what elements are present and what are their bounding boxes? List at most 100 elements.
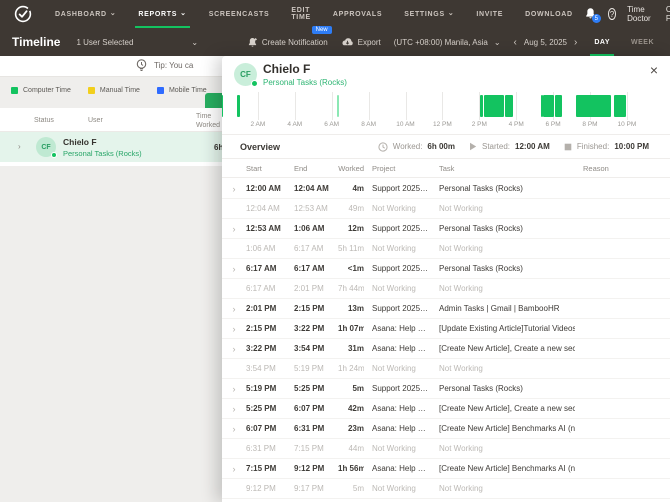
cell-project: Support 2025… <box>372 224 430 233</box>
panel-table-row[interactable]: ›5:19 PM5:25 PM5mSupport 2025…Personal T… <box>222 379 670 399</box>
cell-end: 3:22 PM <box>294 324 338 333</box>
worked-time-segment[interactable] <box>555 95 561 117</box>
nav-item-label: SCREENCASTS <box>209 11 270 18</box>
cell-task: [Create New Article] Benchmarks AI (new … <box>430 464 575 473</box>
nav-item-invite[interactable]: INVITE <box>465 0 514 28</box>
company-name: Time Doctor <box>627 5 655 23</box>
worked-time-segment[interactable] <box>222 95 223 117</box>
worked-time-segment[interactable] <box>337 95 339 117</box>
user-select-dropdown[interactable]: 1 User Selected ⌄ <box>76 38 198 47</box>
panel-table-header: Start End Worked Project Task Reason <box>222 158 670 178</box>
nav-item-download[interactable]: DOWNLOAD <box>514 0 584 28</box>
worked-time-segment[interactable] <box>484 95 503 117</box>
legend-swatch-icon <box>157 87 164 94</box>
panel-table-row[interactable]: ›12:53 AM1:06 AM12mSupport 2025…Personal… <box>222 219 670 239</box>
cell-start: 5:25 PM <box>246 404 294 413</box>
col-status: Status <box>34 117 54 124</box>
timeline-tick <box>516 92 517 120</box>
cell-task: Personal Tasks (Rocks) <box>430 384 575 393</box>
panel-table-row: 9:12 PM9:17 PM5mNot WorkingNot Working <box>222 479 670 499</box>
tab-day[interactable]: DAY <box>590 28 614 56</box>
worked-time-segment[interactable] <box>237 95 240 117</box>
cell-task: Not Working <box>430 284 575 293</box>
panel-table-row[interactable]: ›12:00 AM12:04 AM4mSupport 2025…Personal… <box>222 179 670 199</box>
cell-start: 6:31 PM <box>246 444 294 453</box>
cell-worked: 7h 44m <box>338 284 364 293</box>
cell-start: 3:22 PM <box>246 344 294 353</box>
nav-item-screencasts[interactable]: SCREENCASTS <box>198 0 281 28</box>
cell-start: 5:19 PM <box>246 384 294 393</box>
cell-end: 2:01 PM <box>294 284 338 293</box>
date-label[interactable]: Aug 5, 2025 <box>524 38 567 47</box>
nav-item-edit-time[interactable]: EDIT TIME <box>280 0 322 28</box>
notifications-bell-icon[interactable]: 5 <box>584 7 597 21</box>
nav-item-approvals[interactable]: APPROVALS <box>322 0 393 28</box>
cell-end: 6:07 PM <box>294 404 338 413</box>
panel-table-row[interactable]: ›2:15 PM3:22 PM1h 07mAsana: Help …[Updat… <box>222 319 670 339</box>
panel-table-row: 6:31 PM7:15 PM44mNot WorkingNot Working <box>222 439 670 459</box>
cell-project: Not Working <box>372 284 430 293</box>
close-icon[interactable]: × <box>650 63 658 77</box>
timeline-tick-label: 12 PM <box>422 121 462 128</box>
chevron-down-icon: ⌄ <box>448 9 455 17</box>
timeline-band <box>222 92 670 120</box>
help-icon[interactable]: ? <box>608 8 616 20</box>
cell-end: 9:12 PM <box>294 464 338 473</box>
cell-project: Not Working <box>372 204 430 213</box>
timeline-tick-label: 2 AM <box>238 121 278 128</box>
tab-week[interactable]: WEEK <box>627 28 658 56</box>
panel-table-row[interactable]: ›6:17 AM6:17 AM<1mSupport 2025…Personal … <box>222 259 670 279</box>
worked-time-segment[interactable] <box>543 95 555 117</box>
cell-task: Not Working <box>430 244 575 253</box>
cell-task: Not Working <box>430 444 575 453</box>
next-day-icon[interactable]: › <box>574 37 577 48</box>
row-expand-icon[interactable]: › <box>222 184 246 194</box>
user-avatar: CF <box>234 63 257 86</box>
row-expand-icon[interactable]: › <box>222 324 246 334</box>
timezone-selector[interactable]: (UTC +08:00) Manila, Asia ⌄ <box>394 38 501 47</box>
panel-header: CF Chielo F Personal Tasks (Rocks) × <box>222 56 670 92</box>
nav-item-label: EDIT TIME <box>291 7 311 21</box>
tip-text: Tip: You ca <box>154 61 193 70</box>
worked-time-segment[interactable] <box>505 95 513 117</box>
nav-menu: DASHBOARD⌄REPORTS⌄ SCREENCASTS EDIT TIME AP… <box>44 0 584 28</box>
panel-table-row[interactable]: ›5:25 PM6:07 PM42mAsana: Help …[Create N… <box>222 399 670 419</box>
row-expand-icon[interactable]: › <box>222 384 246 394</box>
prev-day-icon[interactable]: ‹ <box>514 37 517 48</box>
panel-table-row[interactable]: ›7:15 PM9:12 PM1h 56mAsana: Help …[Creat… <box>222 459 670 479</box>
row-expand-icon[interactable]: › <box>222 264 246 274</box>
started-label: Started: <box>482 142 510 151</box>
overview-bar: Overview Worked: 6h 00m Started: 12:00 A… <box>222 134 670 158</box>
cell-worked: 12m <box>338 224 364 233</box>
worked-time-segment[interactable] <box>614 95 626 117</box>
row-expand-icon[interactable]: › <box>222 344 246 354</box>
cell-project: Not Working <box>372 364 430 373</box>
row-expand-icon[interactable]: › <box>222 464 246 474</box>
export-button[interactable]: Export <box>341 37 381 47</box>
row-expand-icon[interactable]: › <box>222 404 246 414</box>
nav-item-reports[interactable]: REPORTS⌄ <box>127 0 197 28</box>
panel-table-row[interactable]: ›6:07 PM6:31 PM23mAsana: Help …[Create N… <box>222 419 670 439</box>
row-expand-icon[interactable]: › <box>222 224 246 234</box>
row-expand-icon[interactable]: › <box>222 424 246 434</box>
cell-end: 2:15 PM <box>294 304 338 313</box>
cell-worked: 49m <box>338 204 364 213</box>
timeline-tick-label: 10 PM <box>607 121 647 128</box>
row-expand-icon[interactable]: › <box>222 304 246 314</box>
panel-table-row[interactable]: ›2:01 PM2:15 PM13mSupport 2025…Admin Tas… <box>222 299 670 319</box>
panel-table-row[interactable]: ›3:22 PM3:54 PM31mAsana: Help …[Create N… <box>222 339 670 359</box>
worked-time-segment[interactable] <box>480 95 483 117</box>
worked-time-segment[interactable] <box>576 95 611 117</box>
row-expand-icon[interactable]: › <box>18 142 21 151</box>
current-user-name: Chloe Flores <box>666 5 670 23</box>
nav-item-dashboard[interactable]: DASHBOARD⌄ <box>44 0 127 28</box>
user-project: Personal Tasks (Rocks) <box>63 149 142 158</box>
cell-project: Not Working <box>372 444 430 453</box>
cell-task: Not Working <box>430 364 575 373</box>
create-notification-button[interactable]: New Create Notification <box>247 37 328 48</box>
legend-swatch-icon <box>88 87 95 94</box>
legend-item-manual-time: Manual Time <box>88 87 140 94</box>
cell-project: Asana: Help … <box>372 344 430 353</box>
nav-item-settings[interactable]: SETTINGS⌄ <box>393 0 465 28</box>
timeline-tick <box>442 92 443 120</box>
